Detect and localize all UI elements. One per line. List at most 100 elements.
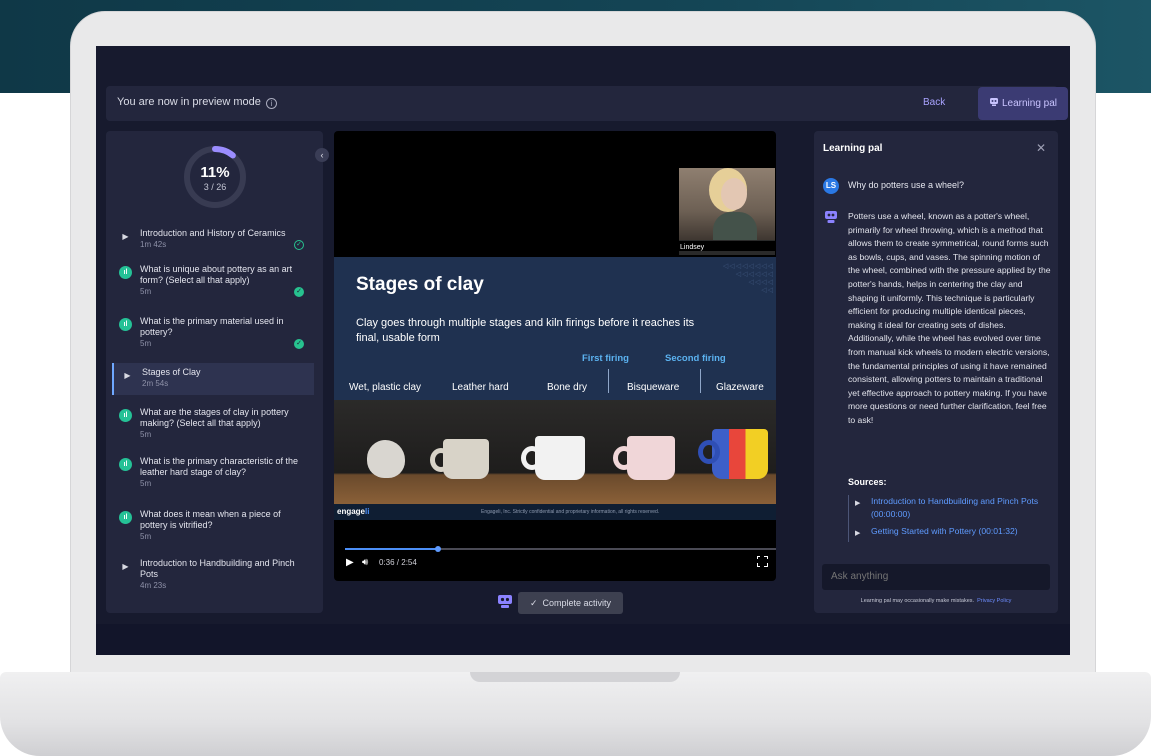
video-icon: ▶	[855, 500, 861, 507]
video-icon: ▶	[122, 562, 129, 571]
stage-label: Leather hard	[452, 382, 509, 393]
lesson-item[interactable]: ▶ Introduction to Handbuilding and Pinch …	[112, 558, 314, 594]
lesson-title: What does it mean when a piece of potter…	[140, 509, 281, 530]
lesson-title: What is the primary material used in pot…	[140, 316, 284, 337]
lesson-duration: 5m	[140, 430, 152, 439]
cup-handle	[430, 448, 452, 472]
video-player[interactable]: Lindsey ◁◁◁◁◁◁◁◁ ◁◁◁◁◁◁ ◁◁◁◁ ◁◁ Stages of c…	[334, 131, 776, 581]
quiz-icon: ıl	[119, 266, 132, 279]
clay-stages-photo	[334, 400, 776, 504]
second-firing-label: Second firing	[665, 353, 726, 364]
clay-ball	[367, 440, 405, 478]
sources-label: Sources:	[848, 477, 887, 487]
course-sidebar: 11% 3 / 26 ▶ Introduction and History of …	[106, 131, 323, 613]
presenter-body	[713, 212, 757, 240]
progress-count: 3 / 26	[203, 182, 227, 192]
seek-bar[interactable]	[345, 546, 776, 552]
source-link[interactable]: ▶ Introduction to Handbuilding and Pinch …	[855, 495, 1048, 521]
lesson-title: What is unique about pottery as an art f…	[140, 264, 293, 285]
slide-body: Clay goes through multiple stages and ki…	[356, 317, 695, 344]
user-avatar: LS	[823, 178, 839, 194]
lesson-item[interactable]: ıl What is unique about pottery as an art…	[112, 264, 314, 300]
cup-handle	[613, 446, 635, 470]
volume-icon[interactable]: 🔊︎	[362, 557, 368, 568]
collapse-sidebar-button[interactable]: ‹	[315, 148, 329, 162]
cup-glazeware	[712, 429, 768, 479]
cup-handle	[521, 446, 543, 470]
preview-mode-label: You are now in preview mode i	[117, 96, 277, 109]
second-firing-arrow	[700, 369, 701, 393]
slide-footer: engageli Engageli, Inc. Strictly confide…	[334, 504, 776, 520]
lesson-title: What is the primary characteristic of th…	[140, 456, 299, 477]
complete-activity-button[interactable]: ✓ Complete activity	[518, 592, 623, 614]
source-link[interactable]: ▶ Getting Started with Pottery (00:01:32)	[855, 525, 1048, 538]
source-list: ▶ Introduction to Handbuilding and Pinch …	[848, 495, 1048, 542]
first-firing-label: First firing	[582, 353, 629, 364]
lesson-title: Introduction and History of Ceramics	[140, 228, 286, 238]
laptop-base	[0, 672, 1151, 756]
stage-label: Bisqueware	[627, 382, 680, 393]
slide: ◁◁◁◁◁◁◁◁ ◁◁◁◁◁◁ ◁◁◁◁ ◁◁ Stages of clay Clay…	[334, 257, 776, 400]
privacy-policy-link[interactable]: Privacy Policy	[977, 598, 1011, 604]
lesson-item[interactable]: ▶ Introduction and History of Ceramics 1m …	[112, 228, 314, 252]
lesson-duration: 2m 54s	[142, 379, 169, 388]
check-icon: ✓	[529, 598, 538, 608]
ask-input[interactable]	[822, 564, 1050, 590]
lesson-title: Stages of Clay	[142, 367, 201, 377]
engageli-logo: engageli	[337, 507, 370, 516]
completed-check-icon: ✓	[294, 240, 304, 250]
stage-label: Wet, plastic clay	[349, 382, 422, 393]
slide-title: Stages of clay	[356, 274, 484, 295]
stage-label: Glazeware	[716, 382, 764, 393]
presenter-camera: Lindsey	[679, 168, 775, 255]
lesson-title: Introduction to Handbuilding and Pinch P…	[140, 558, 295, 579]
lesson-duration: 5m	[140, 287, 152, 296]
cup-handle	[698, 440, 720, 464]
quiz-icon: ıl	[119, 511, 132, 524]
back-button[interactable]: Back	[923, 97, 945, 108]
lesson-duration: 1m 42s	[140, 240, 167, 249]
learning-pal-bot-icon[interactable]	[496, 593, 514, 609]
first-firing-arrow	[608, 369, 609, 393]
fullscreen-icon[interactable]	[756, 555, 768, 567]
slide-decoration: ◁◁◁◁◁◁◁◁ ◁◁◁◁◁◁ ◁◁◁◁ ◁◁	[722, 263, 774, 294]
preview-topbar: You are now in preview mode i Back Learni…	[106, 86, 1068, 121]
info-icon[interactable]: i	[265, 98, 277, 109]
learning-pal-panel: Learning pal ✕ LS Why do potters use a w…	[814, 131, 1058, 613]
lesson-item[interactable]: ıl What is the primary material used in p…	[112, 316, 314, 352]
lesson-item[interactable]: ıl What does it mean when a piece of pott…	[112, 509, 314, 545]
lesson-title: What are the stages of clay in pottery m…	[140, 407, 289, 428]
video-icon: ▶	[124, 371, 131, 380]
lesson-duration: 5m	[140, 339, 152, 348]
lesson-duration: 5m	[140, 479, 152, 488]
seek-bar-fill	[345, 548, 438, 550]
presenter-name: Lindsey	[679, 241, 775, 251]
completed-check-icon: ✓	[294, 339, 304, 349]
seek-knob[interactable]	[434, 546, 441, 552]
disclaimer: Learning pal may occasionally make mista…	[860, 598, 1012, 604]
quiz-icon: ıl	[119, 318, 132, 331]
presenter-video	[679, 168, 775, 240]
bot-answer: Potters use a wheel, known as a potter's…	[848, 211, 1051, 425]
progress-percent: 11%	[200, 164, 230, 181]
presenter-face	[721, 178, 747, 210]
play-icon[interactable]: ▶	[346, 557, 354, 568]
video-icon: ▶	[855, 530, 861, 537]
lesson-duration: 5m	[140, 532, 152, 541]
stage-label: Bone dry	[547, 382, 588, 393]
robot-icon	[989, 98, 998, 106]
lesson-item[interactable]: ▶ Stages of Clay 2m 54s	[112, 363, 314, 395]
user-question: Why do potters use a wheel?	[848, 180, 965, 190]
quiz-icon: ıl	[119, 409, 132, 422]
laptop-notch	[470, 672, 680, 682]
bot-avatar-icon	[825, 211, 837, 223]
app-screen: You are now in preview mode i Back Learni…	[96, 46, 1070, 655]
slide-footer-legal: Engageli, Inc. Strictly confidential and…	[481, 509, 660, 515]
close-icon[interactable]: ✕	[1036, 141, 1046, 155]
video-icon: ▶	[122, 232, 129, 241]
lesson-item[interactable]: ıl What are the stages of clay in pottery…	[112, 407, 314, 443]
learning-pal-button[interactable]: Learning pal	[978, 87, 1068, 120]
time-display: 0:36 / 2:54	[379, 558, 417, 567]
lesson-item[interactable]: ıl What is the primary characteristic of …	[112, 456, 314, 492]
quiz-icon: ıl	[119, 458, 132, 471]
